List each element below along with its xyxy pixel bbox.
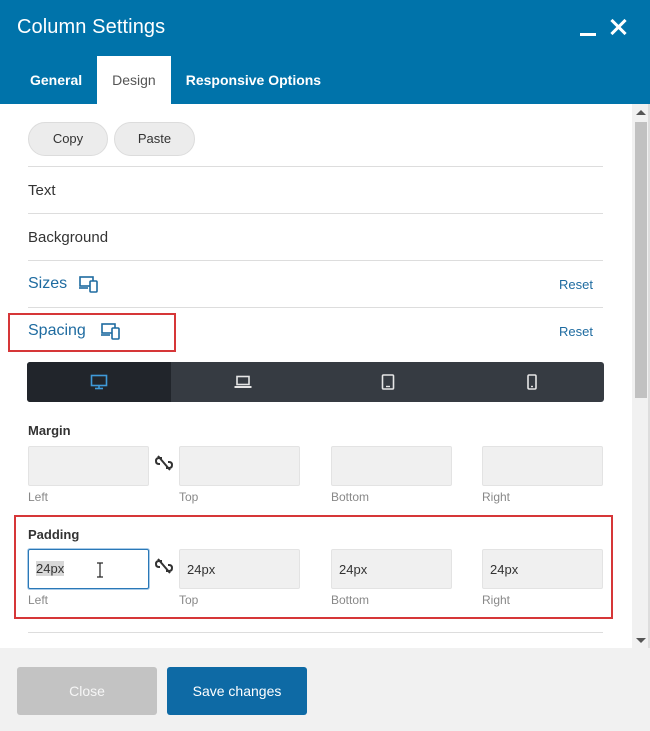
responsive-devices-icon[interactable]: [79, 276, 99, 293]
section-label: Background: [28, 229, 109, 246]
padding-right-input[interactable]: [482, 549, 603, 589]
padding-right-sublabel: Right: [482, 593, 511, 607]
margin-label: Margin: [28, 423, 71, 438]
section-sizes[interactable]: Sizes Reset: [28, 260, 603, 307]
sizes-reset-link[interactable]: Reset: [559, 277, 593, 292]
dialog-footer: Close Save changes: [0, 648, 650, 731]
padding-bottom-sublabel: Bottom: [331, 593, 370, 607]
dialog-header: Column Settings General Design Responsiv…: [0, 0, 650, 104]
desktop-icon: [90, 374, 108, 390]
margin-right-sublabel: Right: [482, 490, 511, 504]
tab-bar: General Design Responsive Options: [0, 56, 336, 104]
scroll-up-icon[interactable]: [636, 110, 646, 115]
dialog-title: Column Settings: [17, 16, 166, 38]
section-background[interactable]: Background: [28, 213, 603, 260]
section-label: Sizes: [28, 275, 68, 292]
margin-bottom-input[interactable]: [331, 446, 452, 486]
padding-top-input[interactable]: [179, 549, 300, 589]
margin-bottom-sublabel: Bottom: [331, 490, 370, 504]
padding-top-sublabel: Top: [179, 593, 199, 607]
scroll-down-icon[interactable]: [636, 638, 646, 643]
device-desktop-button[interactable]: [27, 362, 172, 402]
margin-right-input[interactable]: [482, 446, 603, 486]
selected-text: 24px: [36, 561, 65, 576]
padding-bottom-input[interactable]: [331, 549, 452, 589]
save-changes-button[interactable]: Save changes: [167, 667, 307, 715]
copy-button[interactable]: Copy: [28, 122, 108, 156]
responsive-devices-icon[interactable]: [101, 323, 121, 340]
padding-left-sublabel: Left: [28, 593, 49, 607]
tablet-icon: [381, 374, 394, 390]
section-text[interactable]: Text: [28, 166, 603, 213]
tab-responsive-options[interactable]: Responsive Options: [171, 56, 336, 104]
mobile-icon: [527, 374, 537, 390]
padding-left-input[interactable]: 24px: [28, 549, 149, 589]
unlink-icon[interactable]: [155, 454, 173, 472]
laptop-icon: [234, 375, 252, 388]
divider: [28, 632, 603, 633]
tab-general[interactable]: General: [0, 56, 97, 104]
margin-top-sublabel: Top: [179, 490, 199, 504]
margin-top-input[interactable]: [179, 446, 300, 486]
section-label: Text: [28, 182, 56, 199]
tab-design[interactable]: Design: [97, 56, 171, 104]
section-spacing[interactable]: Spacing Reset: [28, 307, 603, 354]
padding-label: Padding: [28, 527, 80, 542]
scrollbar-thumb[interactable]: [635, 122, 647, 398]
spacing-reset-link[interactable]: Reset: [559, 324, 593, 339]
margin-left-sublabel: Left: [28, 490, 49, 504]
text-cursor-icon: [97, 562, 103, 578]
unlink-icon[interactable]: [155, 557, 173, 575]
margin-left-input[interactable]: [28, 446, 149, 486]
device-mobile-button[interactable]: [460, 362, 604, 402]
paste-button[interactable]: Paste: [114, 122, 195, 156]
close-icon[interactable]: [607, 15, 629, 39]
device-tablet-button[interactable]: [316, 362, 460, 402]
close-button[interactable]: Close: [17, 667, 157, 715]
device-laptop-button[interactable]: [171, 362, 315, 402]
section-label: Spacing: [28, 322, 86, 339]
device-switcher: [27, 362, 604, 402]
minimize-icon[interactable]: [578, 15, 600, 39]
settings-panel: Copy Paste Text Background Sizes Reset S…: [0, 104, 632, 648]
